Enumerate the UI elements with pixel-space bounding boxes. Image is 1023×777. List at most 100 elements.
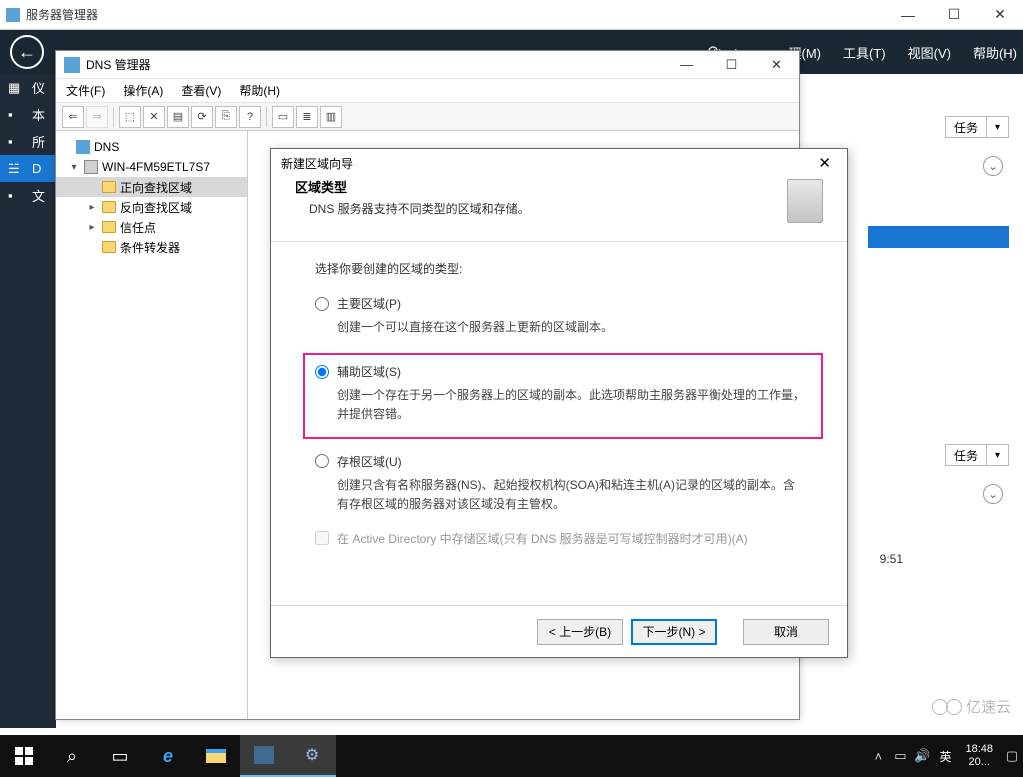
server-manager-title: 服务器管理器: [26, 6, 98, 23]
wizard-cancel-button[interactable]: 取消: [743, 619, 829, 645]
tasks-button-1[interactable]: 任务: [945, 116, 987, 138]
event-time: 9:51: [880, 552, 903, 566]
explorer-button[interactable]: [192, 735, 240, 777]
dns-toolbar: ⇐ ⇒ ⬚ ✕ ▤ ⟳ ⎘ ? ▭ ≣ ▥: [56, 103, 799, 131]
sidebar-item-file[interactable]: ▪文: [0, 182, 56, 209]
dns-minimize-button[interactable]: —: [664, 51, 709, 79]
radio-stub-zone[interactable]: [315, 454, 329, 468]
server-tree-icon: [84, 160, 98, 174]
taskview-button[interactable]: ▭: [96, 735, 144, 777]
taskbar: ⌕ ▭ e ⚙ ˄ ▭ 🔊 英 18:48 20... ▢: [0, 735, 1023, 777]
tb-back-button[interactable]: ⇐: [62, 106, 84, 128]
folder-icon: [102, 201, 116, 213]
dns-titlebar: DNS 管理器 — ☐ ✕: [56, 51, 799, 79]
tray-up-icon[interactable]: ˄: [867, 735, 889, 777]
tb-delete-button[interactable]: ✕: [143, 106, 165, 128]
dns-maximize-button[interactable]: ☐: [709, 51, 754, 79]
dashboard-icon: ▦: [8, 80, 24, 96]
radio-secondary-zone[interactable]: [315, 365, 329, 379]
tb-filter-button[interactable]: ▭: [272, 106, 294, 128]
dns-menubar: 文件(F) 操作(A) 查看(V) 帮助(H): [56, 79, 799, 103]
watermark: 亿速云: [932, 696, 1011, 717]
wizard-back-button[interactable]: < 上一步(B): [537, 619, 623, 645]
menu-tools[interactable]: 工具(T): [843, 43, 886, 62]
dns-close-button[interactable]: ✕: [754, 51, 799, 79]
servers-icon: ▪: [8, 134, 24, 150]
back-button[interactable]: ←: [10, 35, 44, 69]
folder-icon: [102, 241, 116, 253]
dns-menu-help[interactable]: 帮助(H): [239, 82, 280, 99]
sidebar-item-dashboard[interactable]: ▦仪: [0, 74, 56, 101]
new-zone-wizard: 新建区域向导 ✕ 区域类型 DNS 服务器支持不同类型的区域和存储。 选择你要创…: [270, 148, 848, 658]
dns-tree: DNS ▾WIN-4FM59ETL7S7 正向查找区域 ▸反向查找区域 ▸信任点…: [56, 131, 248, 719]
folder-icon: [102, 181, 116, 193]
dns-task[interactable]: ⚙: [288, 735, 336, 777]
server-manager-task[interactable]: [240, 735, 288, 777]
tasks-arrow-1[interactable]: ▾: [987, 116, 1009, 138]
radio-primary-label: 主要区域(P): [337, 295, 401, 312]
dns-title: DNS 管理器: [86, 56, 151, 73]
tree-conditional-forwarders[interactable]: 条件转发器: [56, 237, 247, 257]
tasks-button-2[interactable]: 任务: [945, 444, 987, 466]
tree-trust-points[interactable]: ▸信任点: [56, 217, 247, 237]
ie-button[interactable]: e: [144, 735, 192, 777]
checkbox-ad-label: 在 Active Directory 中存储区域(只有 DNS 服务器是可写域控…: [337, 530, 748, 547]
tb-help-button[interactable]: ?: [239, 106, 261, 128]
tb-detail-button[interactable]: ▥: [320, 106, 342, 128]
wizard-prompt: 选择你要创建的区域的类型:: [315, 260, 803, 277]
server-image-icon: [787, 179, 823, 223]
expand-button-1[interactable]: ⌄: [983, 156, 1003, 176]
menu-help[interactable]: 帮助(H): [973, 43, 1017, 62]
radio-stub-desc: 创建只含有名称服务器(NS)、起始授权机构(SOA)和粘连主机(A)记录的区域的…: [315, 476, 803, 514]
outer-minimize-button[interactable]: —: [885, 0, 931, 30]
tasks-arrow-2[interactable]: ▾: [987, 444, 1009, 466]
sidebar-item-dns[interactable]: ☱D: [0, 155, 56, 182]
tb-list-button[interactable]: ≣: [296, 106, 318, 128]
search-button[interactable]: ⌕: [48, 735, 96, 777]
wizard-next-button[interactable]: 下一步(N) >: [631, 619, 717, 645]
tb-up-button[interactable]: ⬚: [119, 106, 141, 128]
outer-maximize-button[interactable]: ☐: [931, 0, 977, 30]
server-manager-titlebar: 服务器管理器 — ☐ ✕: [0, 0, 1023, 30]
start-button[interactable]: [0, 735, 48, 777]
radio-primary-zone[interactable]: [315, 297, 329, 311]
sidebar-item-localserver[interactable]: ▪本: [0, 101, 56, 128]
radio-stub-label: 存根区域(U): [337, 453, 402, 470]
server-manager-sidebar: ▦仪 ▪本 ▪所 ☱D ▪文: [0, 74, 56, 728]
selection-bar: [868, 226, 1009, 248]
tb-refresh-button[interactable]: ⟳: [191, 106, 213, 128]
wizard-titlebar: 新建区域向导 ✕: [271, 149, 847, 177]
radio-primary-desc: 创建一个可以直接在这个服务器上更新的区域副本。: [315, 318, 803, 337]
dns-app-icon: [64, 57, 80, 73]
radio-secondary-desc: 创建一个存在于另一个服务器上的区域的副本。此选项帮助主服务器平衡处理的工作量，并…: [315, 386, 811, 424]
tb-properties-button[interactable]: ▤: [167, 106, 189, 128]
wizard-title: 新建区域向导: [281, 155, 353, 172]
tray-notifications-icon[interactable]: ▢: [1001, 735, 1023, 777]
wizard-heading: 区域类型: [295, 177, 787, 196]
wizard-footer: < 上一步(B) 下一步(N) > 取消: [271, 605, 847, 657]
dns-menu-action[interactable]: 操作(A): [123, 82, 163, 99]
tray-clock[interactable]: 18:48 20...: [957, 743, 1001, 769]
sidebar-item-allservers[interactable]: ▪所: [0, 128, 56, 155]
tree-server[interactable]: ▾WIN-4FM59ETL7S7: [56, 157, 247, 177]
tb-forward-button[interactable]: ⇒: [86, 106, 108, 128]
tray-network-icon[interactable]: ▭: [889, 735, 911, 777]
dns-root-icon: [76, 140, 90, 154]
tree-root[interactable]: DNS: [56, 137, 247, 157]
tray-ime[interactable]: 英: [933, 748, 957, 765]
menu-view[interactable]: 视图(V): [908, 43, 951, 62]
tb-export-button[interactable]: ⎘: [215, 106, 237, 128]
server-icon: ▪: [8, 107, 24, 123]
tray-sound-icon[interactable]: 🔊: [911, 735, 933, 777]
dns-icon: ☱: [8, 161, 24, 177]
wizard-close-button[interactable]: ✕: [812, 152, 837, 174]
server-manager-icon: [6, 8, 20, 22]
expand-button-2[interactable]: ⌄: [983, 484, 1003, 504]
folder-icon: [102, 221, 116, 233]
highlight-secondary-option: 辅助区域(S) 创建一个存在于另一个服务器上的区域的副本。此选项帮助主服务器平衡…: [303, 353, 823, 438]
tree-reverse-zone[interactable]: ▸反向查找区域: [56, 197, 247, 217]
dns-menu-file[interactable]: 文件(F): [66, 82, 105, 99]
tree-forward-zone[interactable]: 正向查找区域: [56, 177, 247, 197]
outer-close-button[interactable]: ✕: [977, 0, 1023, 30]
dns-menu-view[interactable]: 查看(V): [181, 82, 221, 99]
